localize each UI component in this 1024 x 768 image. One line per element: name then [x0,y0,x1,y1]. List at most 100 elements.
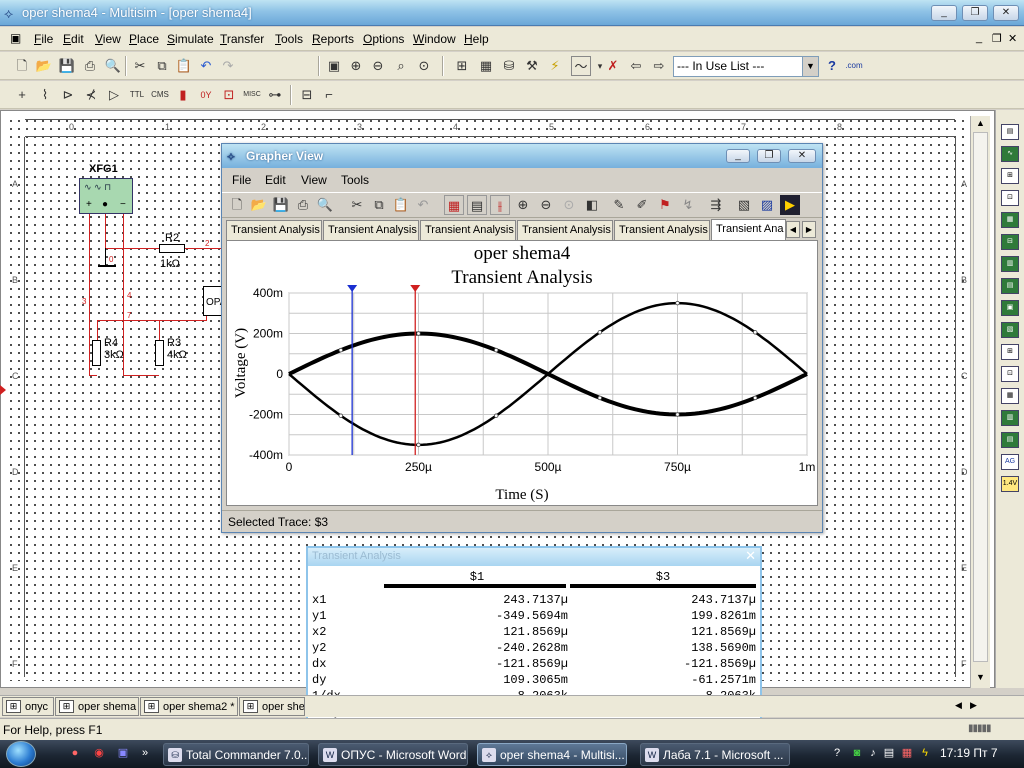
properties-icon[interactable]: ✎ [609,195,629,215]
tray-language-icon[interactable]: ▦ [900,746,914,760]
misc-icon[interactable]: MISC [242,85,262,105]
cut-icon[interactable]: ✂ [130,56,150,76]
tab-scroll-right-icon[interactable]: ▶ [802,221,816,238]
tab-transient-analysis[interactable]: Transient Analysis [226,220,322,240]
doc-tab[interactable]: ⊞ oper she [239,697,305,716]
redo-icon[interactable]: ↷ [218,56,238,76]
logic-analyzer-icon[interactable]: ▣ [1001,300,1019,316]
wire[interactable] [159,320,160,340]
plot-cursors[interactable] [347,285,421,455]
doc-tab[interactable]: ⊞ oper shema2 * [140,697,238,716]
misc-digital-icon[interactable]: ▮ [173,85,193,105]
quicklaunch-app-icon[interactable]: ◉ [92,746,106,760]
tab-transient-analysis[interactable]: Transient Analysis [614,220,710,240]
mdi-doc-icon[interactable]: ▣ [10,31,21,45]
menu-file[interactable]: File [34,32,53,46]
restore-traces-icon[interactable]: ↯ [678,195,698,215]
zoom-out-icon[interactable]: ⊖ [368,56,388,76]
quicklaunch-save-icon[interactable]: ▣ [116,746,130,760]
menu-reports[interactable]: Reports [312,32,354,46]
grapher-restore-button[interactable]: ❐ [757,149,781,163]
taskbar-task[interactable]: ⛁ Total Commander 7.0... [163,743,309,766]
tab-scroll-left-icon[interactable]: ◀ [786,221,800,238]
mdi-minimize-button[interactable]: _ [976,32,982,44]
agilent-multimeter-icon[interactable]: AG [1001,454,1019,470]
rf-icon[interactable]: ⊶ [265,85,285,105]
print-icon[interactable]: ⎙ [293,195,313,215]
basic-icon[interactable]: ⌇ [35,85,55,105]
analog-icon[interactable]: ▷ [104,85,124,105]
print-preview-icon[interactable]: 🔍 [103,56,123,76]
transistor-icon[interactable]: ⊀ [81,85,101,105]
wire[interactable] [123,375,159,376]
tab-transient-analysis[interactable]: Transient Analysis [420,220,516,240]
edit-traces-icon[interactable]: ✐ [632,195,652,215]
print-icon[interactable]: ⎙ [80,56,100,76]
close-icon[interactable]: ✕ [745,548,756,564]
resistor-r3[interactable] [155,340,164,366]
menu-window[interactable]: Window [413,32,456,46]
bode-plotter-icon[interactable]: ⊟ [1001,234,1019,250]
plot-pane[interactable]: oper shema4 Transient Analysis 0 250µ 500µ… [226,240,818,506]
function-generator[interactable]: ∿ ∿ ⊓ + ● − [79,178,133,214]
menu-transfer[interactable]: Transfer [220,32,264,46]
resistor-r2[interactable] [159,244,185,253]
start-button[interactable] [6,741,36,767]
taskbar-clock[interactable]: 17:19 Пт 7 [940,746,998,760]
mixed-icon[interactable]: 0Y [196,85,216,105]
menu-options[interactable]: Options [363,32,404,46]
resistor-r4[interactable] [92,340,101,366]
grapher-menu-file[interactable]: File [232,173,251,187]
scroll-down-icon[interactable]: ▼ [976,672,985,682]
resize-grip-icon[interactable]: ▮▮▮▮▮ [968,723,991,734]
zoom-out-icon[interactable]: ⊖ [536,195,556,215]
tab-transient-analysis[interactable]: Transient Analysis [517,220,613,240]
source-icon[interactable]: + [12,85,32,105]
save-icon[interactable]: 💾 [57,56,77,76]
cursor-handle-icon[interactable] [347,285,358,292]
component-wizard-icon[interactable]: ⚒ [522,56,542,76]
cut-icon[interactable]: ✂ [347,195,367,215]
menu-view[interactable]: View [95,32,121,46]
print-preview-icon[interactable]: 🔍 [315,195,335,215]
bus-icon[interactable]: ⌐ [319,85,339,105]
tab-scroll-left-icon[interactable]: ◀ [955,700,962,711]
iv-analyzer-icon[interactable]: ⊞ [1001,344,1019,360]
wire[interactable] [89,375,97,376]
back-annotate-icon[interactable]: ⇦ [626,56,646,76]
grapher-minimize-button[interactable]: _ [726,149,750,163]
cursor-window-title-bar[interactable]: Transient Analysis ✕ [308,548,760,566]
wire[interactable] [97,320,98,340]
undo-icon[interactable]: ↶ [413,195,433,215]
ttl-icon[interactable]: TTL [127,85,147,105]
four-channel-scope-icon[interactable]: ▦ [1001,212,1019,228]
undo-icon[interactable]: ↶ [196,56,216,76]
measurement-probe-icon[interactable]: 1.4V [1001,476,1019,492]
cursor-handle-icon[interactable] [410,285,421,292]
labview-export-icon[interactable]: ▶ [780,195,800,215]
doc-tab[interactable]: ⊞ опус [2,697,54,716]
quicklaunch-opera-icon[interactable]: ● [68,746,82,760]
menu-tools[interactable]: Tools [275,32,303,46]
mathcad-export-icon[interactable]: ▨ [757,195,777,215]
grid-toggle-icon[interactable]: ▦ [444,195,464,215]
new-file-icon[interactable]: 🗋 [12,56,32,76]
zoom-area-icon[interactable]: ⌕ [391,56,411,76]
cmos-icon[interactable]: CMS [150,85,170,105]
distortion-analyzer-icon[interactable]: ⊡ [1001,366,1019,382]
open-folder-icon[interactable]: 📂 [249,195,269,215]
web-link-icon[interactable]: .com [844,56,864,76]
network-analyzer-icon[interactable]: ▥ [1001,410,1019,426]
taskbar-task[interactable]: W Лаба 7.1 - Microsoft ... [640,743,790,766]
full-screen-icon[interactable]: ▣ [324,56,344,76]
tray-speaker-icon[interactable]: ♪ [866,746,880,760]
tab-transient-analysis-active[interactable]: Transient Ana [711,219,786,240]
spreadsheet-icon[interactable]: ▦ [476,56,496,76]
new-file-icon[interactable]: 🗋 [227,195,247,215]
in-use-list-dropdown[interactable]: --- In Use List --- ▼ [673,56,819,77]
zoom-full-icon[interactable]: ⊙ [559,195,579,215]
paste-icon[interactable]: 📋 [174,56,194,76]
save-icon[interactable]: 💾 [271,195,291,215]
menu-help[interactable]: Help [464,32,489,46]
zoom-in-icon[interactable]: ⊕ [346,56,366,76]
